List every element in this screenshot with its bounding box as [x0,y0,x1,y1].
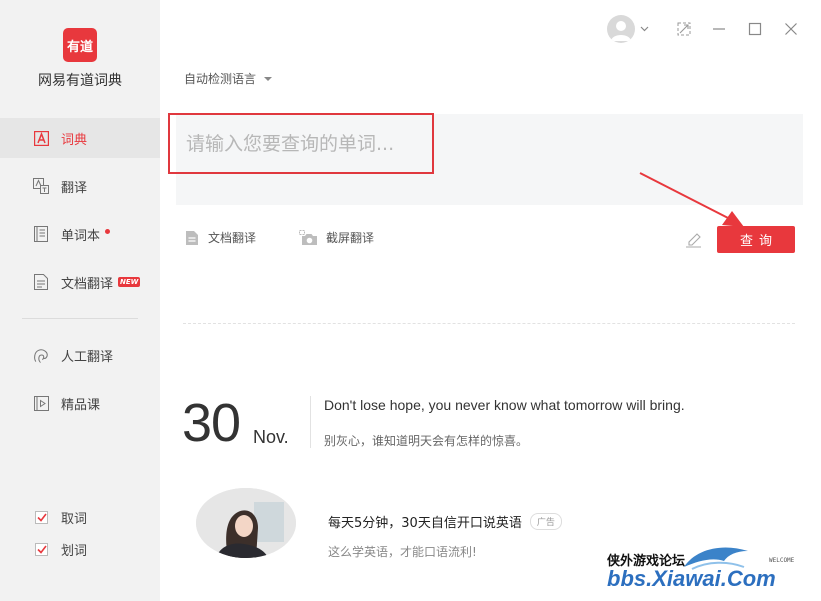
capture-word-toggle[interactable]: 取词 [35,508,87,527]
document-icon [186,230,198,245]
daily-quote-english[interactable]: Don't lose hope, you never know what tom… [324,397,685,413]
vertical-divider [310,396,311,448]
ad-title-text: 每天5分钟，30天自信开口说英语 [328,516,522,531]
daily-quote-chinese: 别灰心，谁知道明天会有怎样的惊喜。 [324,434,529,448]
youdao-logo: 有道 [63,28,97,62]
check-icon [36,513,47,522]
sidebar-item-label: 精品课 [61,397,101,413]
watermark-url: bbs.Xiawai.Com [607,566,776,591]
sidebar: 有道 网易有道词典 词典 翻译 单词本 文档翻译 NEW 人工翻译 精品课 取词… [0,0,160,601]
dictionary-icon [33,130,49,146]
sidebar-item-translate[interactable]: 翻译 [0,166,160,206]
user-icon [611,21,631,41]
avatar[interactable] [607,15,635,43]
sidebar-item-label: 单词本 [61,228,101,244]
screenshot-translate-button[interactable]: 截屏翻译 [299,229,374,246]
sidebar-item-label: 文档翻译 [61,276,114,292]
person-photo-icon [196,488,296,558]
caret-down-icon [264,76,273,81]
date-day: 30 [182,393,241,453]
close-button[interactable] [778,14,804,44]
resize-arrows-icon [677,22,691,36]
human-translate-icon [33,347,49,363]
translate-icon [33,178,49,194]
document-icon [33,274,49,290]
minimize-icon [713,28,725,30]
date-month: Nov. [253,427,289,447]
capture-word-label: 取词 [61,512,88,527]
select-word-toggle[interactable]: 划词 [35,540,87,559]
sidebar-item-document[interactable]: 文档翻译 NEW [0,262,160,302]
select-word-label: 划词 [61,544,88,559]
ad-subtitle: 这么学英语，才能口语流利! [328,545,477,559]
maximize-icon [748,22,762,36]
language-select[interactable]: 自动检测语言 [184,70,273,87]
check-icon [36,545,47,554]
screenshot-translate-label: 截屏翻译 [326,231,375,245]
checkbox-capture-word[interactable] [35,511,48,524]
close-icon [785,23,797,35]
minimize-button[interactable] [706,14,732,44]
ad-badge: 广告 [529,513,562,530]
ad-title[interactable]: 每天5分钟，30天自信开口说英语 广告 [328,512,562,531]
logo-text: 有道 [66,39,93,55]
annotation-arrow-icon [639,172,744,227]
document-translate-label: 文档翻译 [208,231,257,245]
notification-dot [105,228,111,234]
app-name: 网易有道词典 [38,73,122,89]
checkbox-select-word[interactable] [35,543,48,556]
handwriting-button[interactable] [682,226,704,253]
document-translate-button[interactable]: 文档翻译 [184,229,256,246]
watermark-welcome: WELCOME [769,557,795,564]
sidebar-item-label: 词典 [61,132,88,148]
divider [183,323,795,324]
sidebar-divider [22,318,138,319]
course-icon [33,395,49,411]
wordbook-icon [33,226,49,242]
query-input[interactable] [168,113,434,174]
language-select-label: 自动检测语言 [184,72,257,86]
sidebar-item-wordbook[interactable]: 单词本 [0,214,160,254]
sidebar-item-label: 人工翻译 [61,349,114,365]
mini-mode-button[interactable] [671,14,697,44]
ad-image[interactable] [196,488,296,558]
account-dropdown[interactable] [637,14,651,44]
sidebar-item-label: 翻译 [61,180,88,196]
sidebar-item-course[interactable]: 精品课 [0,383,160,423]
sidebar-item-dictionary[interactable]: 词典 [0,118,160,158]
sidebar-item-human-translate[interactable]: 人工翻译 [0,335,160,375]
maximize-button[interactable] [742,14,768,44]
chevron-down-icon [640,26,648,32]
camera-icon [299,229,317,245]
search-button[interactable]: 查询 [717,226,795,253]
new-badge: NEW [118,277,141,287]
pen-icon [685,232,701,247]
